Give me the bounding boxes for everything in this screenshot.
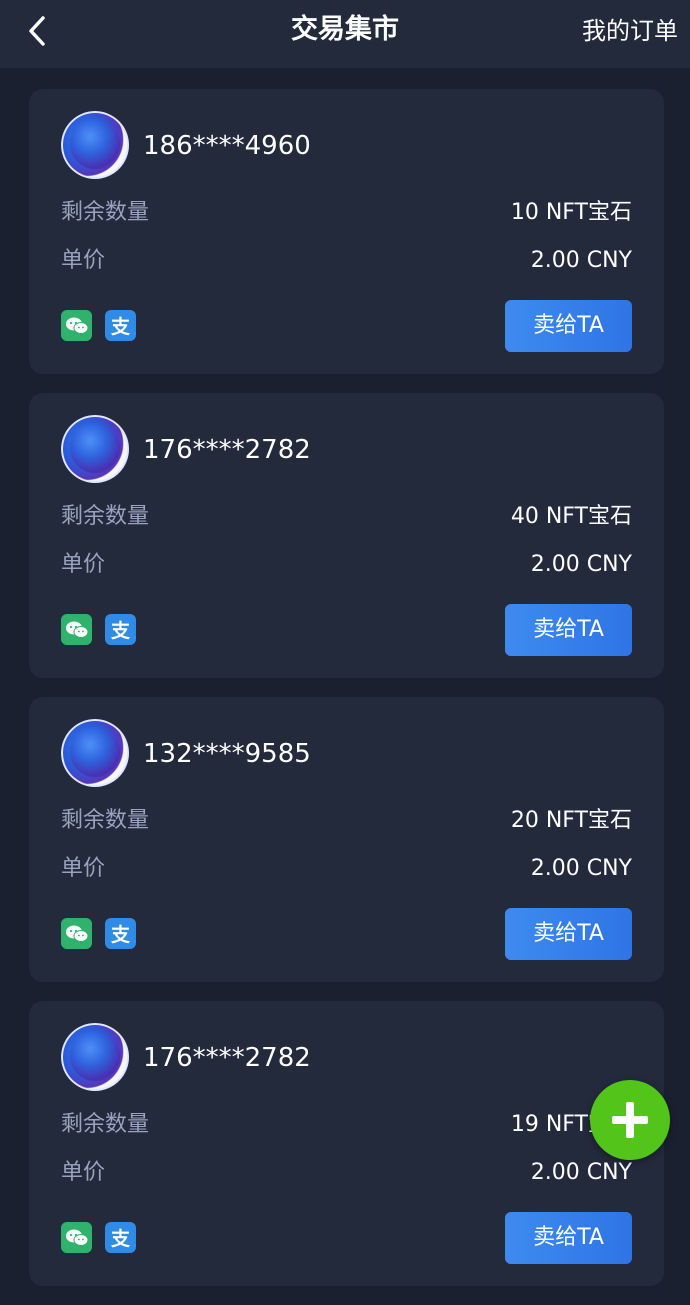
alipay-icon: 支 <box>105 918 136 949</box>
remaining-label: 剩余数量 <box>61 200 150 225</box>
alipay-icon: 支 <box>105 310 136 341</box>
unit-price-label: 单价 <box>61 1160 106 1185</box>
listing-card: 176****2782 剩余数量 40 NFT宝石 单价 2.00 CNY 支 … <box>29 393 664 678</box>
unit-price-label: 单价 <box>61 856 106 881</box>
remaining-label: 剩余数量 <box>61 1112 150 1137</box>
listing-card: 132****9585 剩余数量 20 NFT宝石 单价 2.00 CNY 支 … <box>29 697 664 982</box>
listing-card: 176****2782 剩余数量 19 NFT宝石 单价 2.00 CNY 支 … <box>29 1001 664 1286</box>
avatar <box>61 415 129 483</box>
my-orders-link[interactable]: 我的订单 <box>582 14 678 48</box>
sell-button[interactable]: 卖给TA <box>505 300 632 352</box>
unit-price-value: 2.00 CNY <box>530 248 632 273</box>
avatar <box>61 1023 129 1091</box>
sell-button[interactable]: 卖给TA <box>505 604 632 656</box>
seller-phone: 132****9585 <box>143 739 311 769</box>
sell-button[interactable]: 卖给TA <box>505 908 632 960</box>
wechat-icon <box>61 614 92 645</box>
avatar <box>61 719 129 787</box>
seller-phone: 186****4960 <box>143 131 311 161</box>
avatar <box>61 111 129 179</box>
listing-card: 186****4960 剩余数量 10 NFT宝石 单价 2.00 CNY 支 … <box>29 89 664 374</box>
unit-price-label: 单价 <box>61 248 106 273</box>
remaining-value: 40 NFT宝石 <box>510 504 632 529</box>
remaining-label: 剩余数量 <box>61 808 150 833</box>
add-listing-button[interactable] <box>590 1080 670 1160</box>
unit-price-label: 单价 <box>61 552 106 577</box>
unit-price-value: 2.00 CNY <box>530 1160 632 1185</box>
remaining-value: 20 NFT宝石 <box>510 808 632 833</box>
listing-list: 186****4960 剩余数量 10 NFT宝石 单价 2.00 CNY 支 … <box>29 89 664 1305</box>
remaining-label: 剩余数量 <box>61 504 150 529</box>
remaining-value: 10 NFT宝石 <box>510 200 632 225</box>
seller-phone: 176****2782 <box>143 1043 311 1073</box>
sell-button[interactable]: 卖给TA <box>505 1212 632 1264</box>
top-bar: 交易集市 我的订单 <box>0 0 690 68</box>
seller-phone: 176****2782 <box>143 435 311 465</box>
wechat-icon <box>61 918 92 949</box>
unit-price-value: 2.00 CNY <box>530 552 632 577</box>
alipay-icon: 支 <box>105 614 136 645</box>
wechat-icon <box>61 310 92 341</box>
unit-price-value: 2.00 CNY <box>530 856 632 881</box>
